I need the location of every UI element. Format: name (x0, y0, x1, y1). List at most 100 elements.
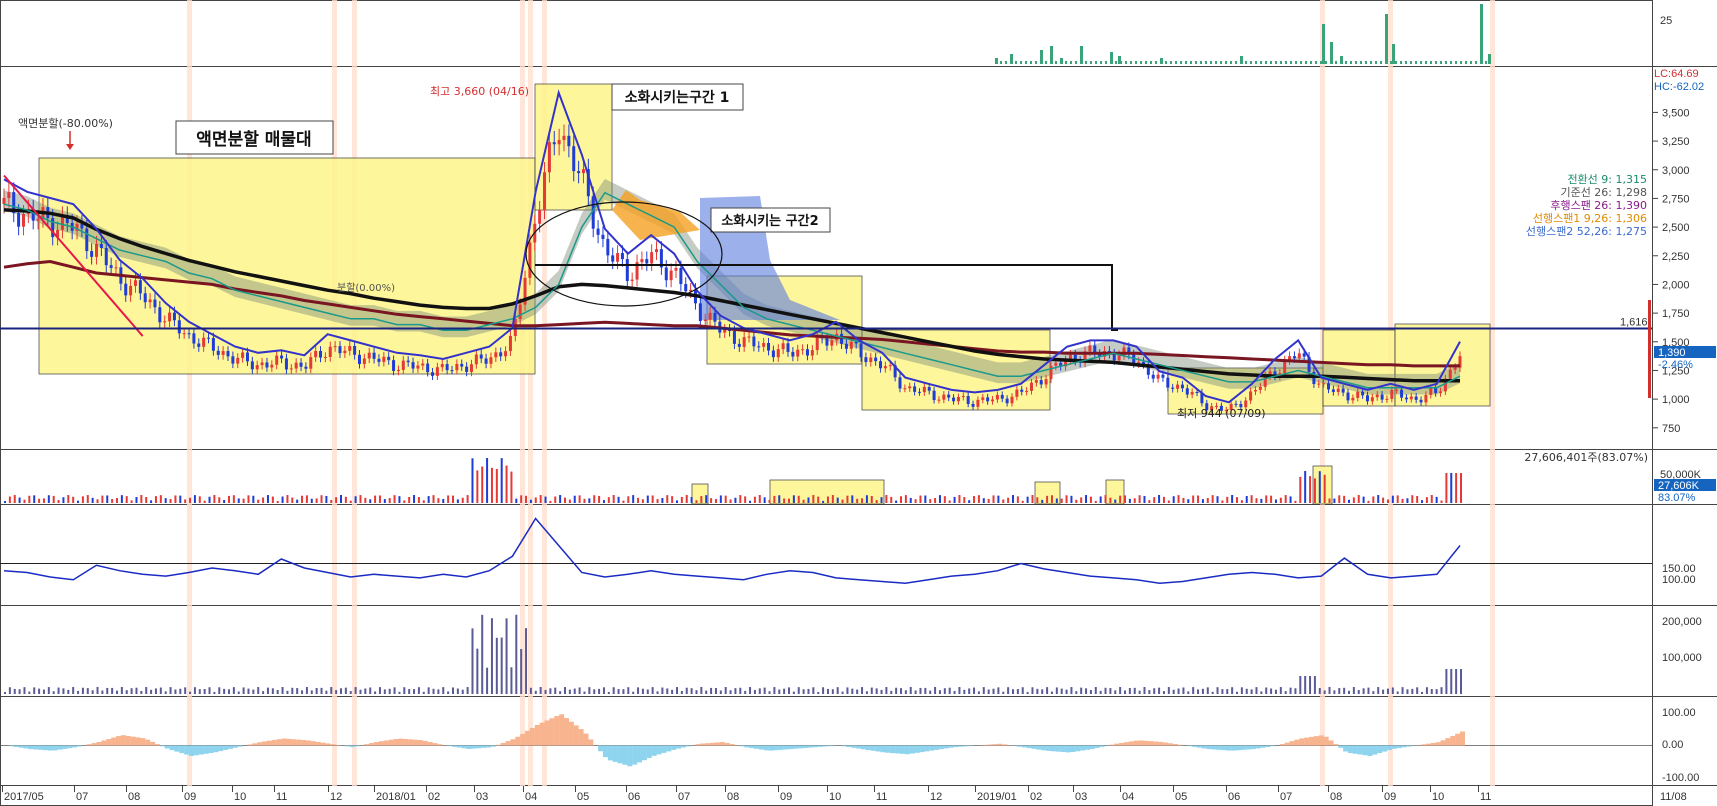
oscillator-bar (919, 745, 925, 753)
volume-bar (865, 495, 868, 503)
top-volume-bar (1015, 61, 1017, 64)
indicator-2-bar (807, 688, 810, 694)
x-tick: 10 (234, 791, 246, 803)
volume-bar (476, 470, 479, 503)
candle-body (825, 338, 829, 346)
oscillator-bar (247, 744, 253, 746)
indicator-2-bar (792, 691, 795, 694)
price-tick: 2,000 (1662, 279, 1690, 291)
candle-body (143, 293, 147, 303)
candle-body (771, 350, 775, 358)
candle-body (698, 303, 702, 322)
oscillator-bar (437, 744, 443, 746)
volume-bar (481, 466, 484, 503)
oscillator-bar (880, 745, 886, 753)
candle-body (1025, 390, 1029, 392)
oscillator-bar (276, 739, 282, 746)
volume-bar (520, 495, 523, 503)
indicator-2-bar (179, 688, 182, 694)
indicator-2-bar (997, 687, 1000, 694)
candle-body (1190, 392, 1194, 395)
indicator-2-bar (973, 687, 976, 694)
volume-bar (111, 499, 114, 503)
indicator-2-bar (1055, 687, 1058, 694)
indicator-2-bar (607, 691, 610, 694)
top-volume-bar (1420, 61, 1422, 64)
top-volume-bar (1330, 42, 1333, 64)
indicator-2-bar (1450, 669, 1453, 694)
oscillator-bar (1357, 745, 1363, 755)
indicator-2-bar (232, 687, 235, 694)
top-volume-bar (1345, 61, 1347, 64)
candle-body (1258, 386, 1262, 390)
candle-body (1171, 387, 1175, 389)
volume-bar (378, 495, 381, 503)
top-volume-bar (1095, 61, 1097, 64)
indicator-2-bar (602, 687, 605, 694)
top-volume-bar (1225, 61, 1227, 64)
volume-bar (1406, 498, 1409, 503)
oscillator-bar (656, 745, 662, 755)
indicator-2-bar (1182, 687, 1185, 694)
volume-bar (1104, 495, 1107, 503)
oscillator-bar (637, 745, 643, 763)
oscillator-bar (330, 744, 336, 746)
indicator-2-bar (18, 689, 21, 694)
oscillator-bar (471, 745, 477, 749)
oscillator-bar (13, 745, 19, 747)
oscillator-bar (174, 745, 180, 752)
volume-bar (1430, 495, 1433, 503)
top-volume-bar (1290, 61, 1292, 64)
candle-body (1283, 360, 1287, 374)
candle-body (1448, 369, 1452, 379)
candle-body (879, 361, 883, 369)
candle-body (255, 365, 259, 370)
candle-body (372, 352, 376, 359)
oscillator-bar (28, 745, 34, 750)
x-tick: 11 (876, 791, 887, 803)
indicator-2-bar (1333, 690, 1336, 694)
indicator-2-bar (86, 688, 89, 694)
indicator-2-bar (174, 689, 177, 694)
indicator-2-bar (1313, 676, 1316, 694)
candle-body (762, 343, 766, 347)
top-volume-bar (1030, 61, 1032, 64)
oscillator-bar (344, 745, 350, 747)
indicator-2-bar (28, 691, 31, 694)
x-tick: 04 (1122, 791, 1134, 803)
volume-bar (1094, 500, 1097, 503)
volume-bar (792, 495, 795, 503)
volume-bar (1162, 496, 1165, 503)
candle-body (708, 312, 712, 320)
x-tick: 03 (1075, 791, 1087, 803)
oscillator-bar (1172, 743, 1178, 746)
indicator-2-bar (33, 687, 36, 694)
volume-bar (262, 497, 265, 503)
oscillator-bar (792, 745, 798, 749)
volume-bar (914, 499, 917, 503)
indicator-2-bar (1153, 688, 1156, 694)
indicator-2-bar (1133, 687, 1136, 694)
oscillator-bar (1406, 745, 1412, 747)
volume-bar (1099, 496, 1102, 503)
candle-body (284, 358, 288, 370)
candle-body (17, 213, 21, 227)
oscillator-bar (193, 745, 199, 756)
volume-bar (447, 495, 450, 503)
top-volume-bar (1440, 61, 1442, 64)
indicator-2-bar (1216, 687, 1219, 694)
indicator-2-bar (904, 690, 907, 694)
candle-body (966, 396, 970, 404)
x-tick: 08 (727, 791, 739, 803)
volume-bar (1002, 499, 1005, 503)
indicator-2-bar (378, 687, 381, 694)
candle-body (1385, 398, 1389, 400)
volume-bar (135, 496, 138, 503)
volume-bar (486, 458, 489, 503)
volume-bar (315, 498, 318, 503)
candle-body (1346, 392, 1350, 401)
volume-bar (943, 496, 946, 503)
candle-body (961, 396, 965, 398)
oscillator-bar (427, 741, 433, 746)
volume-bar (1396, 495, 1399, 503)
